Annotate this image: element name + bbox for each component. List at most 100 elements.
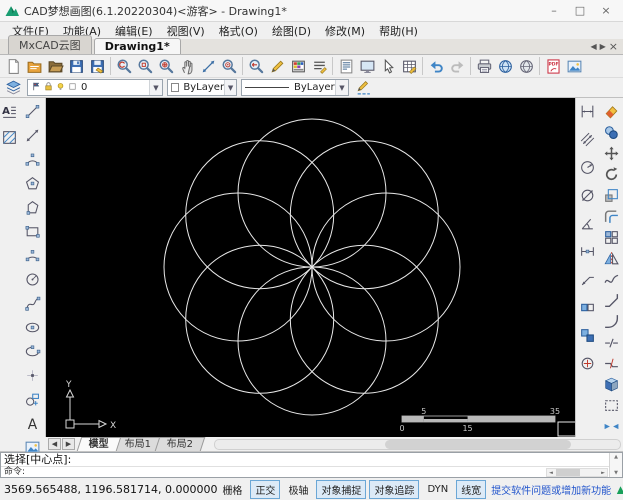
menu-o[interactable]: 格式(O)	[213, 22, 264, 40]
zoom-extents-icon[interactable]	[156, 56, 176, 76]
drawing-canvas[interactable]: Y X 5 35 0 15	[46, 98, 575, 437]
toggle-线宽[interactable]: 线宽	[456, 479, 487, 499]
rotate-icon[interactable]	[602, 165, 621, 184]
image-insert-icon[interactable]	[564, 56, 584, 76]
dim-radius-icon[interactable]	[578, 158, 597, 177]
boundary-icon[interactable]	[602, 396, 621, 415]
tab-scroll-left-icon[interactable]: ◀	[590, 42, 596, 51]
join-icon[interactable]	[602, 417, 621, 436]
spline-icon[interactable]	[23, 294, 42, 313]
toggle-对象捕捉[interactable]: 对象捕捉	[316, 479, 367, 499]
pdf-export-icon[interactable]: PDF	[543, 56, 563, 76]
menu-d[interactable]: 绘图(D)	[266, 22, 317, 40]
ucs-line-icon[interactable]	[198, 56, 218, 76]
menu-v[interactable]: 视图(V)	[161, 22, 211, 40]
tab-close-icon[interactable]: ×	[609, 40, 618, 53]
command-panel[interactable]: 选择[中心点]: 命令: ▲ ▼ ◄ ►	[0, 452, 623, 478]
polygon-icon[interactable]	[23, 174, 42, 193]
mirror-icon[interactable]	[602, 249, 621, 268]
center-mark-icon[interactable]	[578, 354, 597, 373]
hatch-icon[interactable]	[0, 128, 19, 147]
match-properties-icon[interactable]	[353, 78, 373, 98]
select-cursor-icon[interactable]	[378, 56, 398, 76]
text-a-icon[interactable]: A	[23, 414, 42, 433]
toggle-栅格[interactable]: 栅格	[217, 480, 247, 499]
offset-icon[interactable]	[602, 207, 621, 226]
rectangle-icon[interactable]	[23, 222, 42, 241]
line-icon[interactable]	[23, 102, 42, 121]
layout-tab[interactable]: 模型	[76, 437, 122, 451]
doc-tab[interactable]: Drawing1*	[93, 38, 181, 54]
save-icon[interactable]	[66, 56, 86, 76]
undo-icon[interactable]	[426, 56, 446, 76]
break-icon[interactable]	[602, 333, 621, 352]
text-list-icon[interactable]	[309, 56, 329, 76]
arc-icon[interactable]	[23, 150, 42, 169]
dim-diameter-icon[interactable]	[578, 186, 597, 205]
block-icon[interactable]	[23, 390, 42, 409]
zoom-window-icon[interactable]	[135, 56, 155, 76]
pan-icon[interactable]	[177, 56, 197, 76]
zoom-dynamic-icon[interactable]	[114, 56, 134, 76]
dim-linear-icon[interactable]	[578, 102, 597, 121]
close-button[interactable]: ×	[593, 2, 619, 20]
layout-scroll-left-icon[interactable]: ◀	[48, 438, 61, 450]
command-scrollbar-horizontal[interactable]: ◄ ►	[546, 468, 608, 477]
curve-icon[interactable]	[602, 270, 621, 289]
toggle-对象追踪[interactable]: 对象追踪	[369, 479, 420, 499]
table-edit-icon[interactable]	[399, 56, 419, 76]
move-icon[interactable]	[602, 144, 621, 163]
polygon2-icon[interactable]	[23, 198, 42, 217]
open-drawing-icon[interactable]	[24, 56, 44, 76]
break-pt-icon[interactable]	[602, 354, 621, 373]
maximize-button[interactable]: □	[567, 2, 593, 20]
dim-angular-icon[interactable]	[578, 214, 597, 233]
chevron-down-icon[interactable]: ▼	[224, 80, 236, 95]
chamfer-icon[interactable]	[602, 291, 621, 310]
drawing-viewport[interactable]: Y X 5 35 0 15	[46, 98, 575, 437]
erase-icon[interactable]	[602, 102, 621, 121]
zoom-previous-icon[interactable]	[246, 56, 266, 76]
doc-tab[interactable]: MxCAD云图	[8, 35, 92, 54]
chevron-down-icon[interactable]: ▼	[335, 80, 348, 95]
menu-m[interactable]: 修改(M)	[319, 22, 371, 40]
fillet-icon[interactable]	[602, 312, 621, 331]
layout-scroll-right-icon[interactable]: ▶	[62, 438, 75, 450]
mtext-page-icon[interactable]	[336, 56, 356, 76]
scroll-up-icon[interactable]: ▲	[614, 453, 618, 461]
dim-edit-icon[interactable]	[578, 326, 597, 345]
color-select[interactable]: ByLayer ▼	[167, 79, 237, 96]
feedback-link[interactable]: 提交软件问题或增加新功能	[491, 482, 611, 497]
arc-3pt-icon[interactable]	[23, 246, 42, 265]
command-scrollbar-vertical[interactable]: ▲ ▼	[609, 453, 622, 477]
scrollbar-thumb[interactable]	[555, 469, 580, 476]
command-prompt-line[interactable]: 命令:	[1, 467, 622, 477]
chevron-down-icon[interactable]: ▼	[149, 80, 162, 95]
dim-style-icon[interactable]	[578, 242, 597, 261]
toggle-正交[interactable]: 正交	[250, 479, 281, 499]
save-as-icon[interactable]	[87, 56, 107, 76]
toggle-DYN[interactable]: DYN	[422, 482, 453, 497]
scroll-right-icon[interactable]: ►	[599, 470, 607, 476]
array-icon[interactable]	[602, 228, 621, 247]
menu-h[interactable]: 帮助(H)	[373, 22, 424, 40]
explode-icon[interactable]	[602, 375, 621, 394]
dim-aligned-icon[interactable]	[578, 130, 597, 149]
point-icon[interactable]	[23, 366, 42, 385]
linetype-select[interactable]: ByLayer ▼	[241, 79, 349, 96]
toggle-极轴[interactable]: 极轴	[283, 480, 313, 499]
layout-tab[interactable]: 布局2	[155, 437, 207, 451]
ellipse-icon[interactable]	[23, 318, 42, 337]
menu-e[interactable]: 编辑(E)	[109, 22, 159, 40]
scroll-down-icon[interactable]: ▼	[614, 469, 618, 477]
tol-block-icon[interactable]	[578, 298, 597, 317]
print-icon[interactable]	[474, 56, 494, 76]
web-publish-icon[interactable]	[495, 56, 515, 76]
xline-icon[interactable]	[23, 126, 42, 145]
screen-monitor-icon[interactable]	[357, 56, 377, 76]
minimize-button[interactable]: –	[541, 2, 567, 20]
color-table-icon[interactable]	[288, 56, 308, 76]
tab-scroll-right-icon[interactable]: ▶	[600, 42, 606, 51]
zoom-center-icon[interactable]	[219, 56, 239, 76]
open-folder-icon[interactable]	[45, 56, 65, 76]
